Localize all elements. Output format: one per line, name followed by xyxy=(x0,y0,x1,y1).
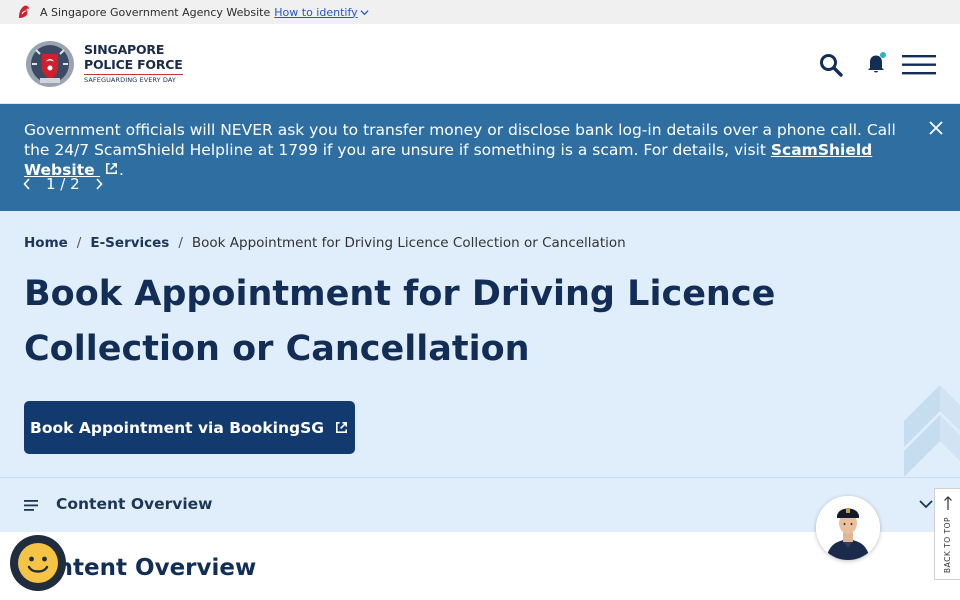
logo-tagline: SAFEGUARDING EVERY DAY xyxy=(84,74,183,84)
breadcrumb-eservices-link[interactable]: E-Services xyxy=(90,235,169,251)
breadcrumb-separator: / xyxy=(76,235,82,251)
book-appointment-label: Book Appointment via BookingSG xyxy=(30,418,324,437)
spf-logo[interactable]: SINGAPORE POLICE FORCE SAFEGUARDING EVER… xyxy=(24,40,183,88)
search-icon[interactable] xyxy=(818,52,844,78)
singapore-lion-icon xyxy=(19,5,29,18)
police-crest-icon xyxy=(26,41,74,87)
chevron-down-icon xyxy=(360,9,369,15)
previous-alert-button[interactable] xyxy=(20,174,34,194)
alert-message: Government officials will NEVER ask you … xyxy=(24,120,904,180)
back-to-top-button[interactable]: BACK TO TOP xyxy=(934,488,960,580)
external-link-icon xyxy=(335,422,347,433)
chevron-right-icon xyxy=(96,178,103,190)
police-officer-icon xyxy=(816,496,880,560)
alert-text: Government officials will NEVER ask you … xyxy=(24,121,896,159)
logo-wordmark: SINGAPORE POLICE FORCE SAFEGUARDING EVER… xyxy=(84,44,183,84)
logo-line-1: SINGAPORE xyxy=(84,42,165,58)
page-title: Book Appointment for Driving Licence Col… xyxy=(24,274,776,369)
close-icon[interactable] xyxy=(928,120,944,136)
breadcrumb-separator: / xyxy=(178,235,183,251)
list-icon xyxy=(24,500,38,511)
breadcrumb-current: Book Appointment for Driving Licence Col… xyxy=(191,235,626,251)
decorative-chevron-pattern xyxy=(904,385,960,477)
virtual-assistant-avatar[interactable] xyxy=(816,496,880,560)
how-to-identify-label: How to identify xyxy=(274,5,358,19)
chevron-down-icon xyxy=(919,500,933,509)
back-to-top-label: BACK TO TOP xyxy=(943,517,952,574)
how-to-identify-link[interactable]: How to identify xyxy=(274,5,369,19)
content-overview-label: Content Overview xyxy=(56,495,213,513)
breadcrumb: Home / E-Services / Book Appointment for… xyxy=(24,235,626,251)
hero-section: Home / E-Services / Book Appointment for… xyxy=(0,211,960,477)
site-header: SINGAPORE POLICE FORCE SAFEGUARDING EVER… xyxy=(0,24,960,104)
alert-text-end: . xyxy=(119,161,124,179)
hamburger-menu-icon[interactable] xyxy=(902,54,938,76)
bell-icon[interactable] xyxy=(864,50,890,76)
gov-masthead: A Singapore Government Agency Website Ho… xyxy=(0,0,960,24)
chevron-left-icon xyxy=(23,178,30,190)
external-link-icon xyxy=(106,163,117,174)
alert-pager: 1 / 2 xyxy=(20,174,106,194)
scam-alert-banner: Government officials will NEVER ask you … xyxy=(0,104,960,211)
breadcrumb-home-link[interactable]: Home xyxy=(24,235,68,251)
alert-page-indicator: 1 / 2 xyxy=(46,175,80,193)
book-appointment-button[interactable]: Book Appointment via BookingSG xyxy=(24,401,355,454)
arrow-up-icon xyxy=(943,496,952,510)
feedback-smiley-button[interactable] xyxy=(10,535,66,591)
smiley-face-icon xyxy=(18,543,58,583)
next-alert-button[interactable] xyxy=(92,174,106,194)
gov-agency-text: A Singapore Government Agency Website xyxy=(40,5,271,19)
logo-line-2: POLICE FORCE xyxy=(84,56,183,72)
